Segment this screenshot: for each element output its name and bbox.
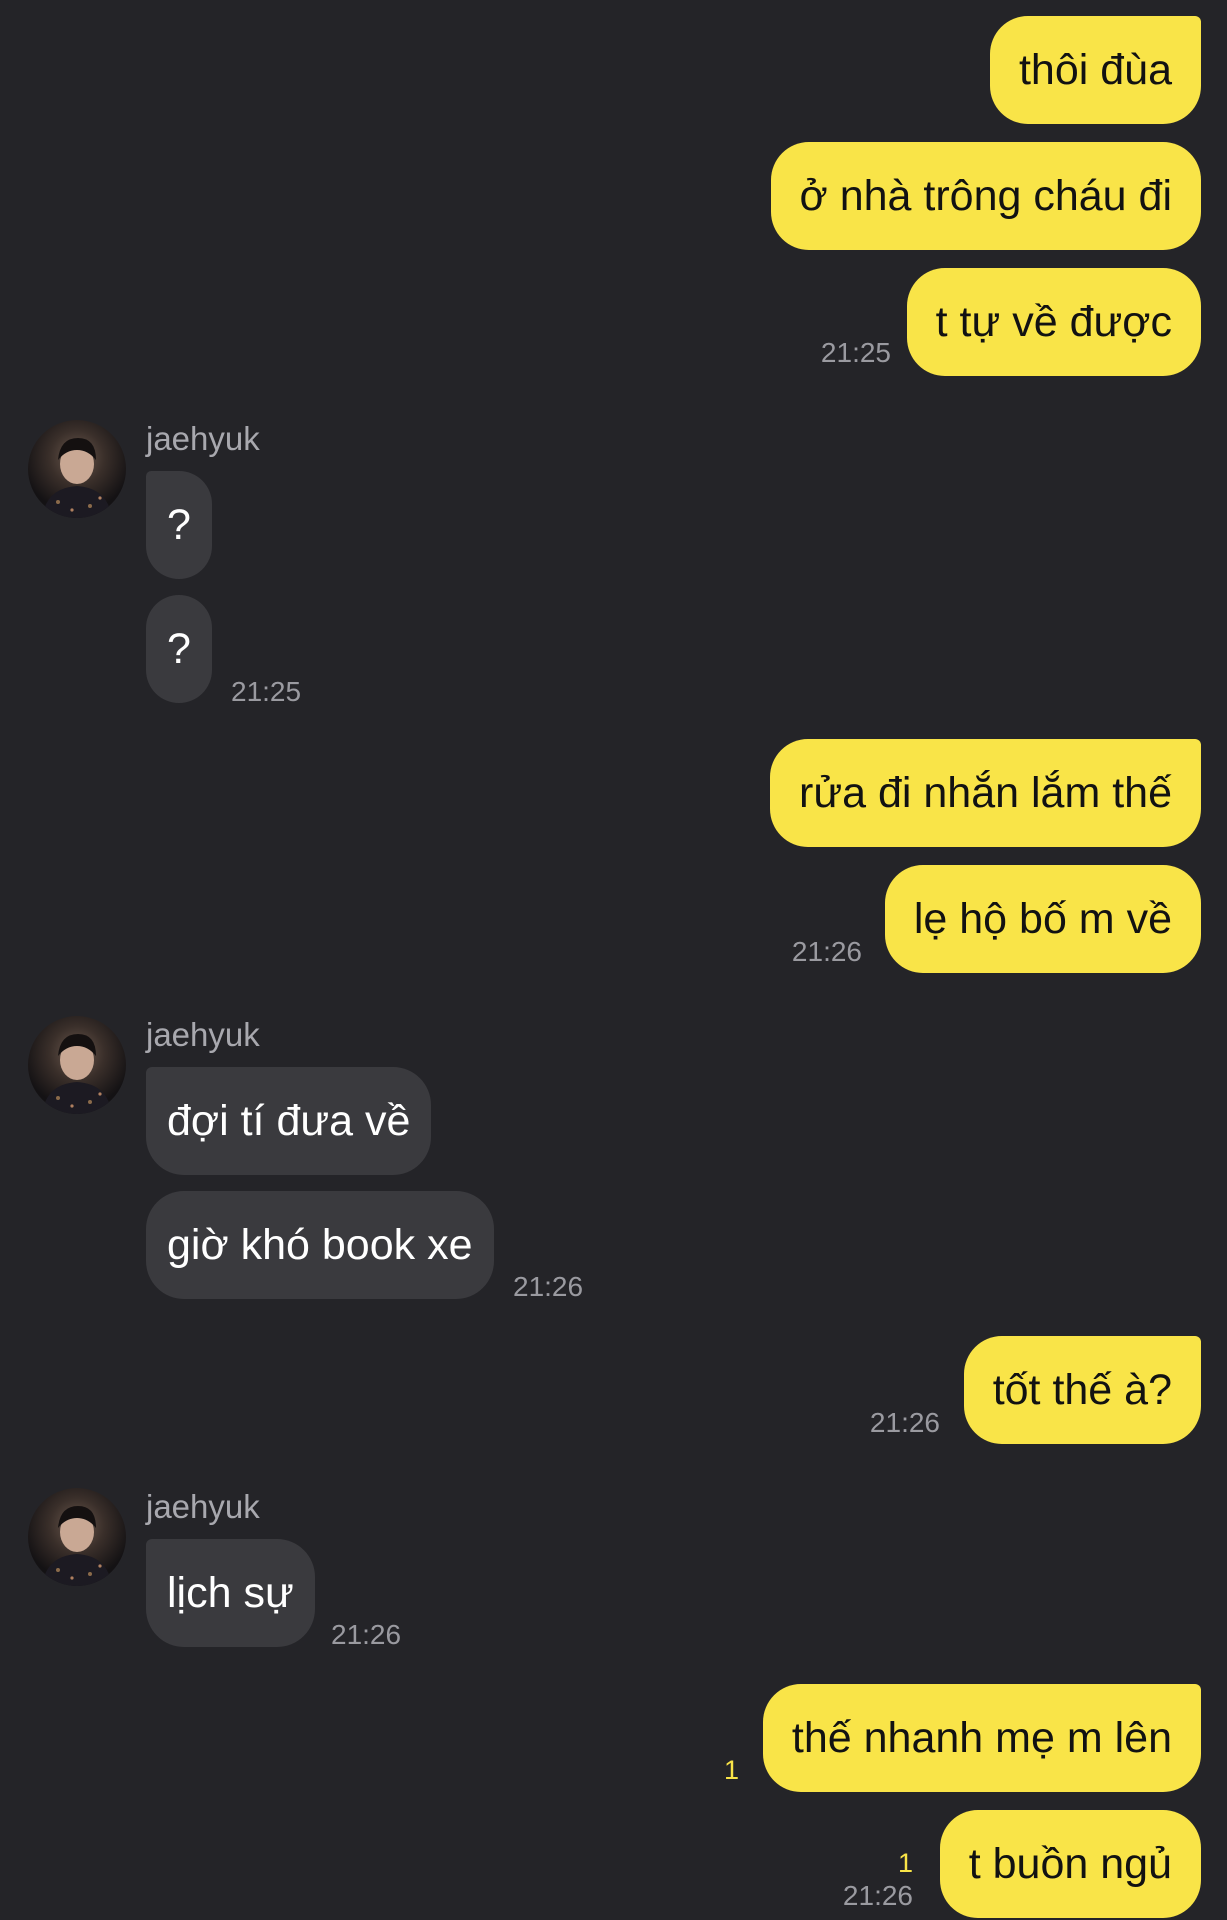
person-photo-icon xyxy=(42,1034,112,1114)
outgoing-message[interactable]: rửa đi nhắn lắm thế xyxy=(770,739,1201,847)
message-timestamp: 21:26 xyxy=(791,936,862,967)
outgoing-message[interactable]: tốt thế à? xyxy=(963,1336,1201,1444)
sender-name: jaehyuk xyxy=(146,1016,260,1053)
sender-name: jaehyuk xyxy=(146,1488,260,1525)
unread-count: 1 xyxy=(897,1848,913,1878)
incoming-message[interactable]: lịch sự xyxy=(146,1539,315,1647)
incoming-message[interactable]: ? xyxy=(146,595,212,703)
outgoing-message[interactable]: ở nhà trông cháu đi xyxy=(770,142,1201,250)
contact-avatar[interactable] xyxy=(28,420,126,518)
message-timestamp: 21:26 xyxy=(513,1271,584,1302)
message-timestamp: 21:25 xyxy=(231,676,302,707)
outgoing-message[interactable]: t buồn ngủ xyxy=(939,1810,1201,1918)
incoming-message[interactable]: giờ khó book xe xyxy=(146,1191,494,1299)
person-photo-icon xyxy=(42,1506,112,1586)
message-timestamp: 21:26 xyxy=(331,1619,402,1650)
unread-count: 1 xyxy=(723,1755,739,1785)
outgoing-message[interactable]: t tự về được xyxy=(906,268,1201,376)
outgoing-message[interactable]: lẹ hộ bố m về xyxy=(884,865,1201,973)
contact-avatar[interactable] xyxy=(28,1016,126,1114)
person-photo-icon xyxy=(42,438,112,518)
incoming-message[interactable]: đợi tí đưa về xyxy=(146,1067,432,1175)
contact-avatar[interactable] xyxy=(28,1488,126,1586)
message-timestamp: 21:25 xyxy=(820,337,891,368)
sender-name: jaehyuk xyxy=(146,420,260,457)
outgoing-message[interactable]: thôi đùa xyxy=(989,16,1201,124)
message-timestamp: 21:26 xyxy=(869,1407,940,1438)
message-timestamp: 21:26 xyxy=(842,1880,913,1911)
incoming-message[interactable]: ? xyxy=(146,471,212,579)
outgoing-message[interactable]: thế nhanh mẹ m lên xyxy=(762,1684,1201,1792)
